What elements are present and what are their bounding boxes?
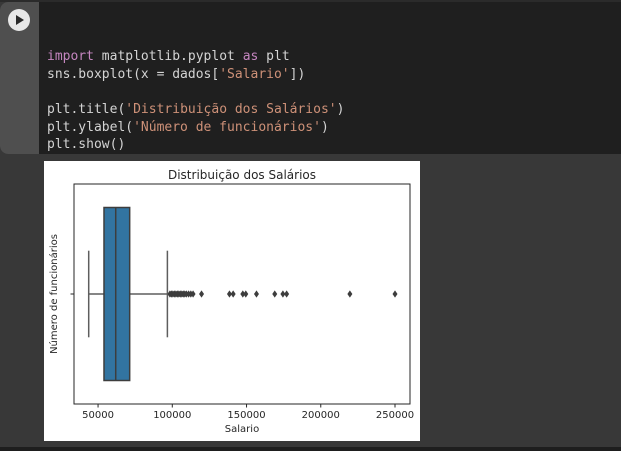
code-line: plt.title('Distribuição dos Salários') (47, 101, 621, 119)
code-token: matplotlib.pyplot (93, 49, 243, 65)
code-token: plt (258, 49, 290, 65)
x-tick-label: 250000 (376, 410, 414, 421)
x-tick-label: 100000 (153, 410, 191, 421)
cell-gutter (0, 2, 39, 154)
iqr-box (103, 206, 131, 382)
boxplot-svg: Distribuição dos Salários Salario Número d… (44, 161, 420, 441)
code-cell: import matplotlib.pyplot as plt sns.boxpl… (0, 2, 621, 154)
x-axis-label: Salario (225, 424, 259, 435)
notebook-screen: import matplotlib.pyplot as plt sns.boxpl… (0, 0, 621, 451)
bottom-edge-divider (0, 447, 621, 451)
code-token: ]) (289, 66, 306, 82)
x-tick-label: 200000 (302, 410, 340, 421)
code-line: import matplotlib.pyplot as plt (47, 48, 621, 66)
code-token: 'Número de funcionários' (133, 119, 321, 135)
code-token: plt.ylabel( (47, 119, 134, 135)
code-line: plt.show() (47, 136, 621, 154)
code-editor[interactable]: import matplotlib.pyplot as plt sns.boxpl… (39, 2, 621, 154)
code-line: sns.boxplot(x = dados['Salario']) (47, 66, 621, 84)
code-token: plt.show() (47, 137, 126, 153)
chart-title: Distribuição dos Salários (168, 168, 316, 182)
play-icon (16, 15, 24, 25)
code-line: plt.ylabel('Número de funcionários') (47, 119, 621, 137)
code-token: as (242, 49, 259, 65)
code-token: 'Salario' (219, 66, 290, 82)
x-tick-label: 50000 (82, 410, 114, 421)
code-token: sns.boxplot(x = dados[ (47, 66, 220, 82)
code-token: ) (320, 119, 329, 135)
code-token: plt.title( (47, 101, 126, 117)
run-cell-button[interactable] (8, 9, 30, 31)
figure-background (44, 161, 420, 441)
code-token: 'Distribuição dos Salários' (125, 101, 337, 117)
code-token: ) (336, 101, 345, 117)
matplotlib-figure: Distribuição dos Salários Salario Número d… (44, 161, 420, 441)
y-axis-label: Número de funcionários (48, 234, 60, 354)
x-tick-label: 150000 (227, 410, 265, 421)
code-lines: import matplotlib.pyplot as plt sns.boxpl… (47, 48, 621, 154)
code-token: import (47, 49, 94, 65)
